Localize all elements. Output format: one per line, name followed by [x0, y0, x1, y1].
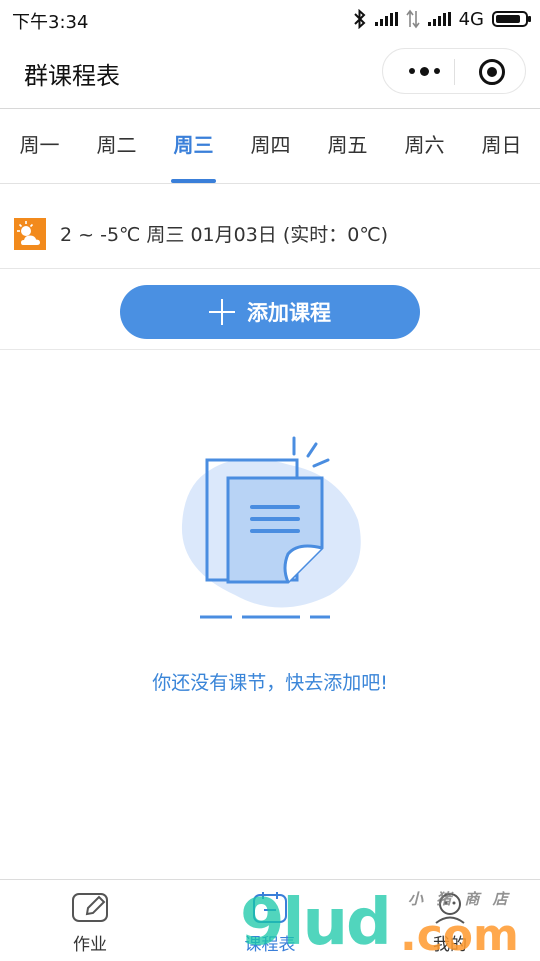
status-time: 下午3:34: [12, 12, 89, 33]
title-bar: 群课程表: [0, 38, 540, 109]
weather-text: 2 ~ -5℃ 周三 01月03日 (实时：0℃): [60, 224, 389, 246]
add-course-button[interactable]: 添加课程: [120, 285, 420, 339]
sun-cloud-icon: [14, 218, 46, 250]
tab-saturday[interactable]: 周六: [386, 109, 463, 183]
weekday-tabs: 周一 周二 周三 周四 周五 周六 周日: [0, 109, 540, 184]
weather-row: 2 ~ -5℃ 周三 01月03日 (实时：0℃): [0, 184, 540, 269]
tabbar-homework[interactable]: 作业: [0, 880, 180, 961]
plus-icon: [209, 299, 235, 325]
tabbar-homework-label: 作业: [73, 935, 107, 955]
capsule-divider: [454, 59, 455, 85]
network-type: 4G: [458, 8, 484, 30]
mini-program-capsule: [382, 48, 526, 94]
bluetooth-icon: [353, 9, 366, 29]
empty-state-message: 你还没有课节，快去添加吧!: [152, 672, 388, 694]
signal-icon: [374, 12, 398, 26]
battery-icon: [492, 11, 531, 27]
tabbar-schedule[interactable]: 课程表: [180, 880, 360, 961]
tab-tuesday[interactable]: 周二: [78, 109, 155, 183]
data-arrows-icon: [405, 9, 420, 29]
tab-monday[interactable]: 周一: [1, 109, 78, 183]
tab-sunday[interactable]: 周日: [463, 109, 540, 183]
page-title: 群课程表: [24, 62, 120, 90]
tab-thursday[interactable]: 周四: [232, 109, 309, 183]
status-bar: 下午3:34 4G: [0, 0, 540, 38]
user-icon: [435, 893, 465, 924]
close-target-icon[interactable]: [479, 59, 505, 85]
tab-friday[interactable]: 周五: [309, 109, 386, 183]
tabbar-profile[interactable]: 我的: [360, 880, 540, 961]
more-dots-icon[interactable]: [395, 49, 453, 93]
bottom-tab-bar: 作业 课程表 我的: [0, 879, 540, 961]
tabbar-profile-label: 我的: [433, 935, 467, 955]
add-course-label: 添加课程: [247, 301, 331, 325]
calendar-icon: [253, 892, 287, 923]
tabbar-schedule-label: 课程表: [244, 935, 296, 955]
status-icons: 4G: [353, 6, 531, 32]
tab-wednesday[interactable]: 周三: [155, 109, 232, 183]
signal-icon: [427, 12, 451, 26]
empty-document-illustration: [181, 436, 361, 619]
add-course-section: 添加课程: [0, 269, 540, 350]
edit-icon: [72, 893, 108, 922]
